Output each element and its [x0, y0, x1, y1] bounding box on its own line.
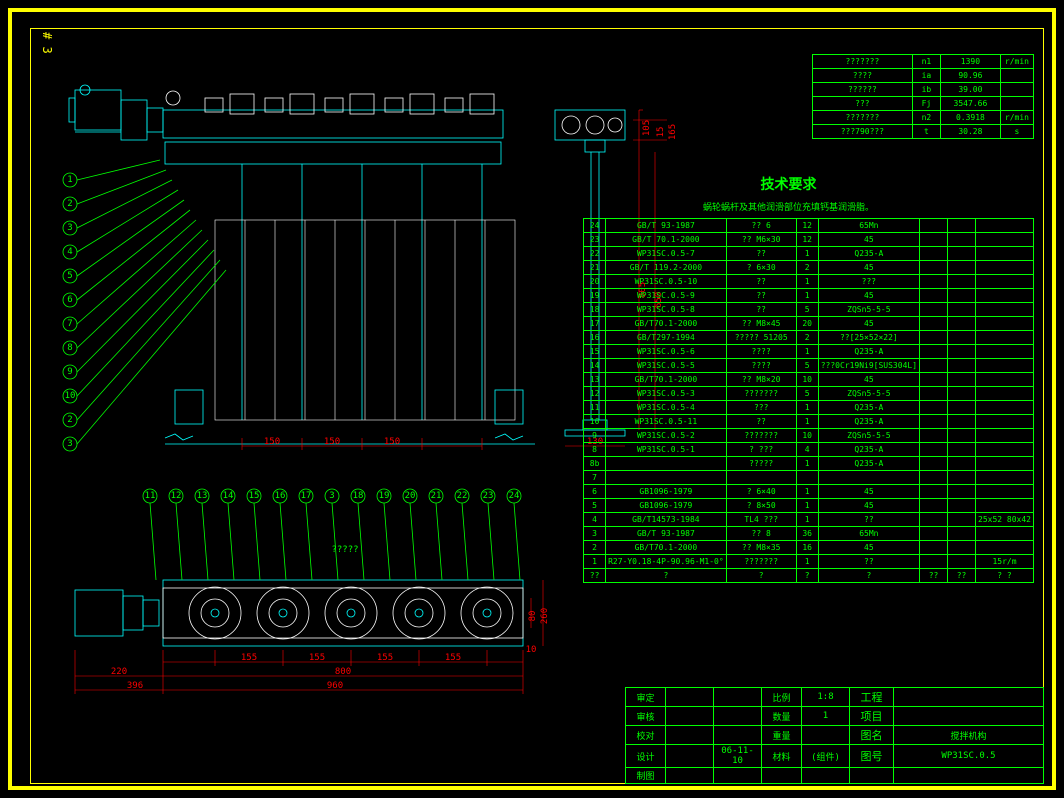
svg-text:3: 3 — [67, 223, 72, 233]
svg-text:260: 260 — [540, 608, 550, 624]
param-unit: s — [1000, 125, 1033, 139]
bom-row: 5GB1096-1979? 8×50145 — [584, 499, 1034, 513]
bom-row: 10WP31SC.0.5-11??1Q235-A — [584, 415, 1034, 429]
param-val: 1390 — [940, 55, 1000, 69]
param-sym: t — [912, 125, 940, 139]
tech-title: 技术要求 — [703, 174, 874, 194]
svg-text:105: 105 — [642, 120, 652, 136]
bom-row: 12WP31SC.0.5-3???????5ZQSn5-5-5 — [584, 387, 1034, 401]
svg-text:2: 2 — [67, 199, 72, 209]
bom-table: 24GB/T 93-1987?? 61265Mn23GB/T 70.1-2000… — [583, 218, 1034, 583]
param-sym: ia — [912, 69, 940, 83]
bom-row: 6GB1096-1979? 6×40145 — [584, 485, 1034, 499]
svg-text:19: 19 — [379, 491, 390, 501]
svg-text:14: 14 — [223, 491, 234, 501]
bom-row: 23GB/T 70.1-2000?? M6×301245 — [584, 233, 1034, 247]
svg-text:8: 8 — [67, 343, 72, 353]
tech-requirements: 技术要求 蜗轮蜗杆及其他润滑部位充填钙基润滑脂。 — [703, 174, 874, 213]
bom-row: 14WP31SC.0.5-5????5???0Cr19Ni9[SUS304L] — [584, 359, 1034, 373]
param-unit — [1000, 97, 1033, 111]
svg-text:165: 165 — [668, 124, 678, 140]
param-label: ???790??? — [812, 125, 912, 139]
bom-row: 22WP31SC.0.5-7??1Q235-A — [584, 247, 1034, 261]
svg-text:150: 150 — [264, 437, 280, 447]
bom-row: 4GB/T14573-1984TL4 ???1??25x52 80x42 — [584, 513, 1034, 527]
bom-row: 24GB/T 93-1987?? 61265Mn — [584, 219, 1034, 233]
bom-row: 1R27-Y0.18-4P-90.96-M1-0°???????1??15r/m — [584, 555, 1034, 569]
svg-text:155: 155 — [377, 653, 393, 663]
svg-text:23: 23 — [483, 491, 494, 501]
param-sym: Fj — [912, 97, 940, 111]
bom-row: 9WP31SC.0.5-2???????10ZQSn5-5-5 — [584, 429, 1034, 443]
bom-row: 15WP31SC.0.5-6????1Q235-A — [584, 345, 1034, 359]
bom-row: 11WP31SC.0.5-4???1Q235-A — [584, 401, 1034, 415]
svg-text:4: 4 — [67, 247, 72, 257]
svg-text:22: 22 — [457, 491, 468, 501]
bom-row: 2GB/T70.1-2000?? M8×351645 — [584, 541, 1034, 555]
svg-text:150: 150 — [324, 437, 340, 447]
param-val: 90.96 — [940, 69, 1000, 83]
svg-text:220: 220 — [111, 667, 127, 677]
svg-text:21: 21 — [431, 491, 442, 501]
bom-row: 13GB/T70.1-2000?? M8×201045 — [584, 373, 1034, 387]
svg-text:7: 7 — [67, 319, 72, 329]
param-unit: r/min — [1000, 55, 1033, 69]
bom-row: 16GB/T297-1994????? 512052??[25×52×22] — [584, 331, 1034, 345]
svg-text:18: 18 — [353, 491, 364, 501]
svg-text:24: 24 — [509, 491, 520, 501]
svg-text:960: 960 — [327, 681, 343, 691]
svg-text:3: 3 — [67, 439, 72, 449]
svg-text:20: 20 — [405, 491, 416, 501]
tech-body: 蜗轮蜗杆及其他润滑部位充填钙基润滑脂。 — [703, 200, 874, 213]
param-val: 3547.66 — [940, 97, 1000, 111]
svg-text:80: 80 — [528, 611, 538, 622]
param-val: 39.00 — [940, 83, 1000, 97]
bom-row: 7 — [584, 471, 1034, 485]
svg-text:15: 15 — [249, 491, 260, 501]
svg-text:155: 155 — [309, 653, 325, 663]
param-label: ?????? — [812, 83, 912, 97]
param-sym: n2 — [912, 111, 940, 125]
param-label: ??? — [812, 97, 912, 111]
svg-text:1: 1 — [67, 175, 72, 185]
svg-text:150: 150 — [384, 437, 400, 447]
param-unit — [1000, 69, 1033, 83]
svg-text:11: 11 — [145, 491, 156, 501]
bom-row: 8b?????1Q235-A — [584, 457, 1034, 471]
title-block: 审定比例1:8工程审核数量1项目校对重量图名搅拌机构设计06-11-10材料(组… — [625, 687, 1044, 784]
bom-row: 20WP31SC.0.5-10??1??? — [584, 275, 1034, 289]
svg-text:800: 800 — [335, 667, 351, 677]
svg-text:396: 396 — [127, 681, 143, 691]
svg-text:15: 15 — [656, 127, 666, 138]
bom-row: 21GB/T 119.2-2000? 6×30245 — [584, 261, 1034, 275]
svg-text:2: 2 — [67, 415, 72, 425]
bom-row: 18WP31SC.0.5-8??5ZQSn5-5-5 — [584, 303, 1034, 317]
svg-text:155: 155 — [241, 653, 257, 663]
svg-text:3: 3 — [329, 491, 334, 501]
param-val: 0.3918 — [940, 111, 1000, 125]
param-sym: ib — [912, 83, 940, 97]
bom-row: 8WP31SC.0.5-1? ???4Q235-A — [584, 443, 1034, 457]
svg-text:9: 9 — [67, 367, 72, 377]
svg-text:12: 12 — [171, 491, 182, 501]
svg-text:13: 13 — [197, 491, 208, 501]
svg-text:5: 5 — [67, 271, 72, 281]
parameter-table: ???????n11390r/min????ia90.96??????ib39.… — [812, 54, 1034, 139]
param-unit: r/min — [1000, 111, 1033, 125]
svg-text:155: 155 — [445, 653, 461, 663]
param-sym: n1 — [912, 55, 940, 69]
svg-text:10: 10 — [65, 391, 76, 401]
bom-row: 19WP31SC.0.5-9??145 — [584, 289, 1034, 303]
param-val: 30.28 — [940, 125, 1000, 139]
svg-text:16: 16 — [275, 491, 286, 501]
svg-text:6: 6 — [67, 295, 72, 305]
svg-text:17: 17 — [301, 491, 312, 501]
param-label: ??????? — [812, 111, 912, 125]
bom-row: 3GB/T 93-1987?? 83665Mn — [584, 527, 1034, 541]
param-unit — [1000, 83, 1033, 97]
param-label: ??????? — [812, 55, 912, 69]
bom-row: 17GB/T70.1-2000?? M8×452045 — [584, 317, 1034, 331]
svg-text:10: 10 — [526, 645, 537, 655]
param-label: ???? — [812, 69, 912, 83]
